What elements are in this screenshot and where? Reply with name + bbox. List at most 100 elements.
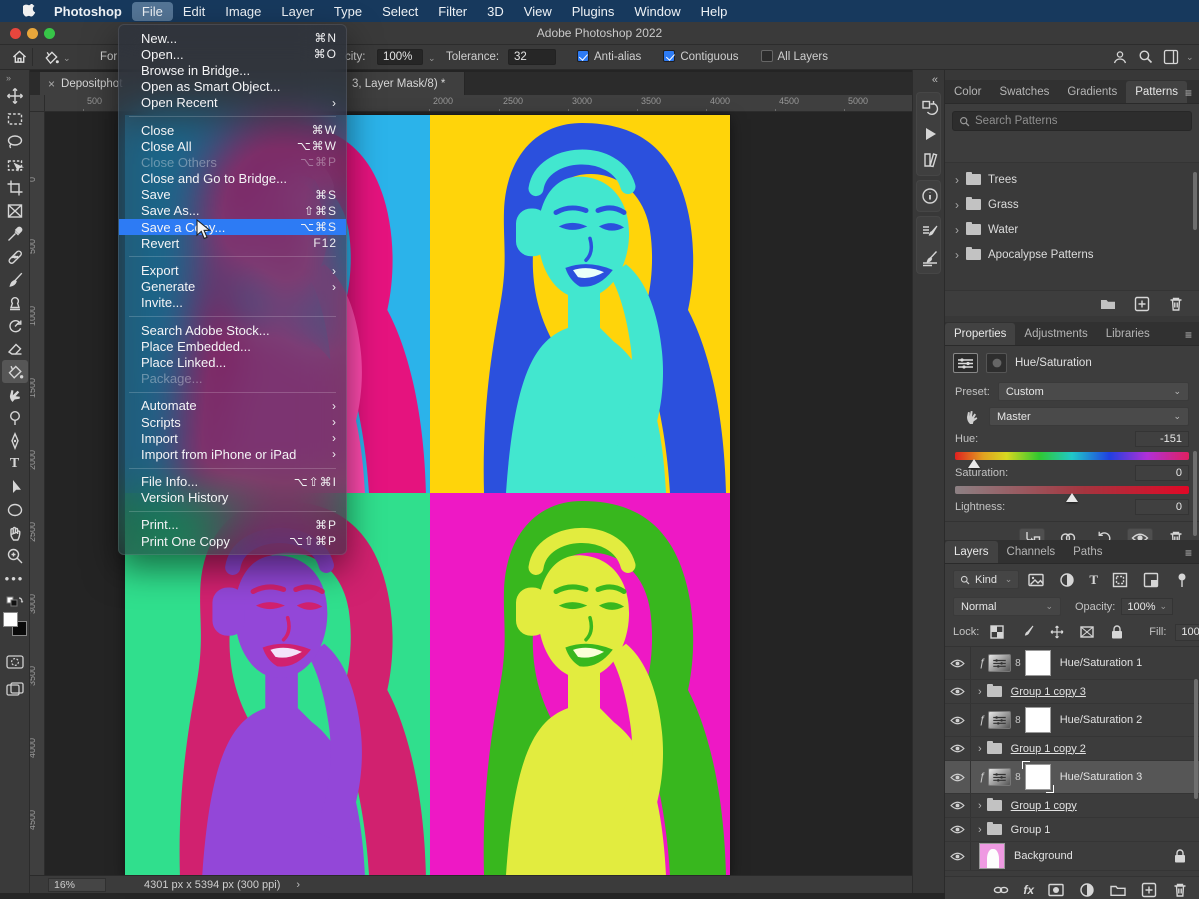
status-chevron-icon[interactable]: › [296,879,300,891]
visibility-eye-icon[interactable] [945,761,971,793]
tab-patterns[interactable]: Patterns [1126,81,1187,103]
brush-tool-icon[interactable] [2,268,28,291]
file-menu-item-place-embedded[interactable]: Place Embedded... [119,338,346,354]
menubar-item-help[interactable]: Help [691,2,738,21]
file-menu-item-close[interactable]: Close ⌘W [119,122,346,138]
tab-libraries[interactable]: Libraries [1097,323,1159,345]
file-menu-item-print[interactable]: Print... ⌘P [119,517,346,533]
checkbox-icon[interactable] [663,50,675,62]
file-menu-item-automate[interactable]: Automate › [119,398,346,414]
trash-icon[interactable] [1171,881,1189,899]
frame-icon[interactable] [1111,571,1129,589]
account-icon[interactable] [1112,49,1128,65]
brush-settings-panel-icon[interactable] [917,219,942,245]
file-menu-item-export[interactable]: Export › [119,262,346,278]
visibility-eye-icon[interactable] [945,794,971,817]
visibility-eye-icon[interactable] [945,737,971,760]
file-menu-item-close-all[interactable]: Close All ⌥⌘W [119,138,346,154]
file-menu-item-invite[interactable]: Invite... [119,295,346,311]
scrollbar[interactable] [1193,451,1197,536]
move-lock-icon[interactable] [1048,623,1066,641]
file-menu-item-save[interactable]: Save ⌘S [119,187,346,203]
menubar-item-image[interactable]: Image [215,2,271,21]
checkbox-icon[interactable] [761,50,773,62]
mask-link-icon[interactable]: 8 [1015,715,1021,726]
search-icon[interactable] [1138,49,1153,64]
trash-icon[interactable] [1167,295,1185,313]
lasso-tool-icon[interactable] [2,130,28,153]
adjustment-layer-thumbnail[interactable] [988,711,1011,729]
padlock-icon[interactable] [1108,623,1126,641]
menubar-item-select[interactable]: Select [372,2,428,21]
saturation-track[interactable] [955,486,1189,494]
new-layer-icon[interactable] [1140,881,1158,899]
visibility-eye-icon[interactable] [945,680,971,703]
chevron-right-icon[interactable]: › [978,800,982,812]
link-icon[interactable] [992,881,1010,899]
pattern-group-grass[interactable]: › Grass [945,192,1199,217]
hue-slider-thumb[interactable] [968,459,980,468]
file-menu-item-open-recent[interactable]: Open Recent › [119,95,346,111]
foreground-background-swatches[interactable] [3,612,27,636]
close-tab-icon[interactable]: × [48,77,55,91]
tab-swatches[interactable]: Swatches [990,81,1058,103]
brushes-panel-icon[interactable] [917,245,942,271]
actions-panel-icon[interactable] [917,121,942,147]
menubar-item-window[interactable]: Window [624,2,690,21]
tab-layers[interactable]: Layers [945,541,998,563]
scrollbar[interactable] [1193,172,1197,230]
file-menu-item-print-one-copy[interactable]: Print One Copy ⌥⇧⌘P [119,533,346,549]
checkbox-contiguous[interactable]: Contiguous [663,50,738,63]
chevron-down-icon[interactable]: ⌄ [63,53,71,64]
file-menu-item-import[interactable]: Import › [119,430,346,446]
eyedropper-tool-icon[interactable] [2,222,28,245]
marquee-tool-icon[interactable] [2,107,28,130]
path-selection-tool-icon[interactable] [2,475,28,498]
toolbar-collapse-icon[interactable]: » [0,70,29,84]
menubar-item-3d[interactable]: 3D [477,2,514,21]
layer-fill-field[interactable]: 100%⌄ [1175,624,1199,641]
menubar-item-type[interactable]: Type [324,2,372,21]
apple-logo-icon[interactable] [14,4,44,19]
layer-row-group-1-copy[interactable]: › Group 1 copy [945,794,1199,818]
file-menu-item-file-info[interactable]: File Info... ⌥⇧⌘I [119,474,346,490]
paint-bucket-preset-icon[interactable] [42,49,60,66]
layer-mask-icon[interactable] [1047,881,1065,899]
preset-dropdown[interactable]: Custom⌄ [998,382,1189,401]
chevron-right-icon[interactable]: › [955,198,959,212]
home-icon[interactable] [12,50,27,64]
adjustment-layer-thumbnail[interactable] [988,768,1011,786]
file-menu-item-open-as-smart-object[interactable]: Open as Smart Object... [119,79,346,95]
new-item-icon[interactable] [1133,295,1151,313]
hue-track[interactable] [955,452,1189,460]
tab-channels[interactable]: Channels [998,541,1065,563]
checker-icon[interactable] [988,623,1006,641]
pattern-group-trees[interactable]: › Trees [945,167,1199,192]
layer-filter-dropdown[interactable]: Kind ⌄ [953,570,1019,589]
chevron-right-icon[interactable]: › [978,686,982,698]
menubar-item-layer[interactable]: Layer [271,2,324,21]
menubar-item-view[interactable]: View [514,2,562,21]
panel-menu-icon[interactable]: ≡ [1185,86,1193,100]
pin-icon[interactable] [1173,571,1191,589]
file-menu-item-save-a-copy[interactable]: Save a Copy... ⌥⌘S [119,219,346,235]
zoom-level-field[interactable]: 16% [48,878,106,892]
file-menu-item-scripts[interactable]: Scripts › [119,414,346,430]
file-menu-item-generate[interactable]: Generate › [119,279,346,295]
chevron-right-icon[interactable]: › [955,248,959,262]
smudge-tool-icon[interactable] [2,383,28,406]
chevron-right-icon[interactable]: › [978,824,982,836]
paint-bucket-tool-icon[interactable] [2,360,28,383]
image-icon[interactable] [1027,571,1045,589]
history-brush-tool-icon[interactable] [2,314,28,337]
crop-tool-icon[interactable] [2,176,28,199]
layer-mask-thumbnail[interactable] [1025,707,1051,733]
frame-tool-icon[interactable] [2,199,28,222]
panel-menu-icon[interactable]: ≡ [1185,546,1193,560]
adjustment-layer-thumbnail[interactable] [988,654,1011,672]
menubar-item-edit[interactable]: Edit [173,2,215,21]
group-icon[interactable] [1109,881,1127,899]
checkbox-anti-alias[interactable]: Anti-alias [577,50,641,63]
zoom-tool-icon[interactable] [2,544,28,567]
layer-row-hue-saturation-2[interactable]: ƒ 8 Hue/Saturation 2 [945,704,1199,737]
